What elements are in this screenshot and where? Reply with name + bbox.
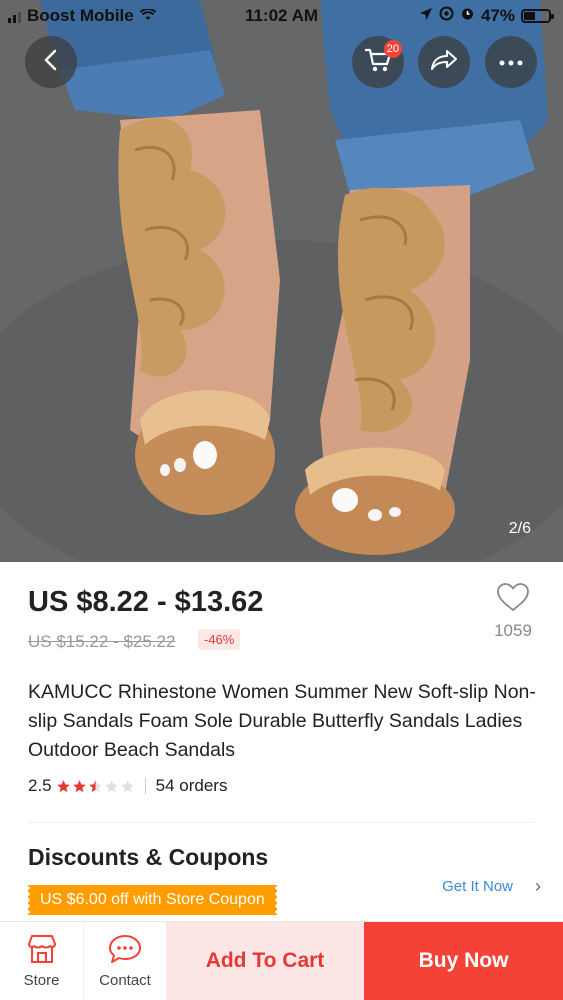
rating-stars [56,779,135,794]
star-icon [56,779,70,792]
bottom-action-bar: Store Contact Add To Cart Buy Now [0,921,563,1000]
star-icon [88,779,102,792]
chevron-right-icon: › [535,876,541,896]
more-icon [499,53,523,71]
rating-value: 2.5 [28,776,52,795]
status-bar: Boost Mobile 11:02 AM 47% [0,0,563,32]
status-right: 47% [419,6,554,26]
location-icon [419,6,433,26]
orders-count: 54 orders [155,776,228,795]
cart-button[interactable]: 20 [352,36,404,88]
product-title: KAMUCC Rhinestone Women Summer New Soft-… [28,681,536,761]
back-arrow-icon [41,48,61,77]
section-divider [28,822,535,823]
star-icon [120,779,134,792]
rating-separator [144,778,146,794]
image-counter: 2/6 [508,520,531,537]
store-icon [26,934,58,968]
alarm-icon [460,6,475,26]
add-to-cart-button[interactable]: Add To Cart [166,922,364,1000]
cart-badge: 20 [383,40,402,58]
star-icon [72,779,86,792]
heart-icon [496,583,530,616]
wishlist-count: 1059 [494,621,532,640]
contact-label: Contact [99,971,151,989]
store-coupon[interactable]: US $6.00 off with Store Coupon [26,885,279,915]
product-price: US $8.22 - $13.62 [28,586,264,618]
product-image-gallery[interactable]: Boost Mobile 11:02 AM 47% 20 2/6 [0,0,563,562]
store-label: Store [23,971,60,989]
battery-percent: 47% [480,6,515,25]
get-it-now-link[interactable]: Get It Now [442,878,513,895]
discounts-heading: Discounts & Coupons [28,844,269,870]
back-button[interactable] [25,36,77,88]
store-tab[interactable]: Store [0,922,83,1000]
share-button[interactable] [418,36,470,88]
chat-icon [108,934,142,968]
more-button[interactable] [485,36,537,88]
contact-tab[interactable]: Contact [83,922,166,1000]
rating-row[interactable]: 2.5 54 orders [28,776,227,796]
share-icon [430,49,458,76]
product-photo [0,0,563,562]
star-icon [104,779,118,792]
discount-badge: -46% [198,629,241,650]
buy-now-button[interactable]: Buy Now [364,922,563,1000]
original-price: US $15.22 - $25.22 [28,632,176,651]
battery-icon [521,9,554,23]
at-icon [439,6,454,26]
wishlist-button[interactable]: 1059 [491,582,535,641]
